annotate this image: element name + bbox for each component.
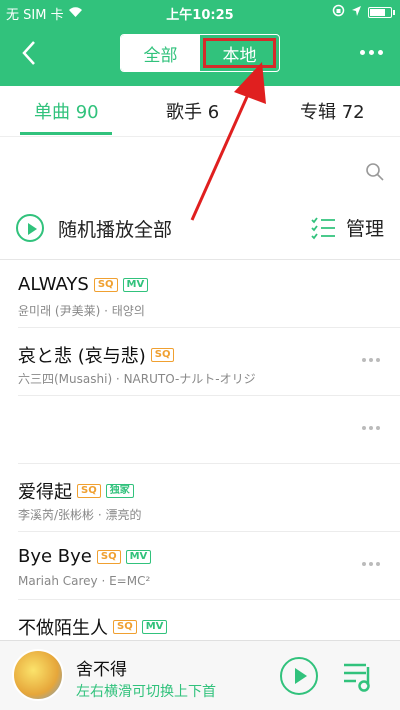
- mv-badge: MV: [125, 549, 152, 564]
- lock-rotation-icon: [332, 4, 345, 21]
- segment-local[interactable]: 本地: [200, 35, 279, 71]
- search-icon: [366, 163, 384, 181]
- playlist-button[interactable]: [340, 657, 380, 695]
- dot-icon: [359, 49, 365, 55]
- song-row[interactable]: Bye Bye SQ MV Mariah Carey · E=MC²: [0, 532, 400, 600]
- sq-badge: SQ: [96, 549, 121, 564]
- manage-button[interactable]: 管理: [310, 214, 384, 241]
- song-title: 不做陌生人: [18, 618, 108, 639]
- mv-badge: MV: [122, 277, 149, 292]
- library-tabs: 单曲 90 歌手 6 专辑 72: [0, 86, 400, 136]
- now-playing-title: 舍不得: [76, 660, 127, 680]
- action-bar: 随机播放全部 管理: [0, 200, 400, 260]
- highlight-box: [203, 38, 276, 68]
- song-title: 爱得起: [18, 482, 72, 503]
- sq-badge: SQ: [93, 277, 118, 292]
- play-circle-icon: [16, 214, 44, 242]
- play-button[interactable]: [280, 657, 318, 695]
- search-area: [0, 136, 400, 200]
- tab-artists[interactable]: 歌手 6: [166, 98, 219, 124]
- dot-icon: [369, 562, 373, 566]
- chevron-left-icon: [22, 41, 35, 65]
- song-subtitle: Mariah Carey · E=MC²: [18, 574, 151, 588]
- song-subtitle: 윤미래 (尹美莱) · 태양의: [18, 304, 145, 318]
- song-title: Bye Bye: [18, 546, 92, 567]
- dot-icon: [376, 358, 380, 362]
- song-row[interactable]: 不做陌生人 SQ MV: [0, 600, 400, 640]
- shuffle-all-button[interactable]: 随机播放全部: [16, 214, 172, 242]
- dot-icon: [362, 562, 366, 566]
- sq-badge: SQ: [77, 484, 101, 498]
- header-bar: 无 SIM 卡 上午10:25 全部 本地: [0, 0, 400, 86]
- playlist-icon: [344, 663, 370, 692]
- dot-icon: [369, 358, 373, 362]
- song-row[interactable]: ALWAYS SQ MV 윤미래 (尹美莱) · 태양의: [0, 260, 400, 328]
- search-button[interactable]: [364, 161, 386, 183]
- song-title: 哀と悲 (哀与悲): [18, 346, 146, 367]
- swipe-hint: 左右横滑可切换上下首: [76, 684, 216, 700]
- back-button[interactable]: [14, 38, 44, 68]
- sq-badge: SQ: [150, 348, 175, 362]
- dot-icon: [369, 426, 373, 430]
- tab-songs[interactable]: 单曲 90: [34, 98, 99, 124]
- dot-icon: [377, 49, 383, 55]
- album-cover[interactable]: [12, 649, 64, 701]
- manage-label: 管理: [345, 218, 384, 240]
- dot-icon: [376, 426, 380, 430]
- active-tab-indicator: [20, 132, 112, 135]
- shuffle-all-label: 随机播放全部: [58, 218, 173, 241]
- segment-all[interactable]: 全部: [121, 35, 200, 71]
- dot-icon: [376, 562, 380, 566]
- song-more-button[interactable]: [362, 426, 380, 430]
- battery-icon: [368, 7, 395, 18]
- more-options-button[interactable]: [356, 42, 386, 62]
- song-row[interactable]: 哀と悲 (哀与悲) SQ 六三四(Musashi) · NARUTO-ナルト-オリ…: [0, 328, 400, 396]
- location-icon: [351, 5, 362, 21]
- mv-badge: MV: [141, 620, 168, 634]
- checklist-icon: [311, 216, 335, 239]
- song-row[interactable]: [0, 396, 400, 464]
- dot-icon: [362, 358, 366, 362]
- song-row[interactable]: 爱得起 SQ 独家 李溪芮/张彬彬 · 漂亮的: [0, 464, 400, 532]
- mini-player[interactable]: 舍不得 左右横滑可切换上下首: [0, 640, 400, 710]
- tab-albums[interactable]: 专辑 72: [300, 98, 365, 124]
- dot-icon: [362, 426, 366, 430]
- sq-badge: SQ: [113, 620, 137, 634]
- status-bar: 无 SIM 卡 上午10:25: [0, 0, 400, 26]
- song-subtitle: 李溪芮/张彬彬 · 漂亮的: [18, 508, 142, 522]
- exclusive-badge: 独家: [105, 484, 134, 498]
- source-segmented-control: 全部 本地: [120, 34, 280, 72]
- song-title: ALWAYS: [18, 274, 89, 295]
- song-subtitle: 六三四(Musashi) · NARUTO-ナルト-オリジ: [18, 372, 256, 386]
- song-more-button[interactable]: [362, 562, 380, 566]
- dot-icon: [368, 49, 374, 55]
- song-more-button[interactable]: [362, 358, 380, 362]
